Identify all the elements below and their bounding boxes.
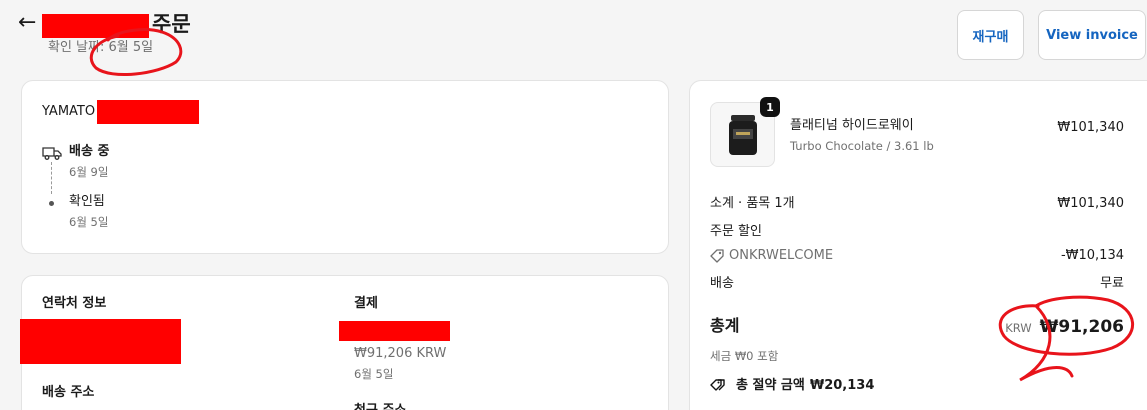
order-discount-label: 주문 할인: [710, 224, 762, 239]
payment-amount: ₩91,206 KRW: [354, 346, 447, 361]
total-currency: KRW: [1005, 321, 1032, 335]
total-amount: KRW ₩91,206: [1005, 316, 1124, 338]
total-savings: 총 절약 금액 ₩20,134: [736, 377, 874, 395]
confirmed-date: 확인 날짜: 6월 5일: [48, 40, 154, 55]
subtotal-value: ₩101,340: [1057, 196, 1124, 211]
savings-tag-icon: [710, 379, 725, 391]
tax-note: 세금 ₩0 포함: [710, 349, 779, 363]
delivery-truck-icon: [42, 147, 62, 160]
carrier-name: YAMATO: [42, 104, 96, 119]
timeline-connector: [51, 162, 52, 194]
quantity-badge: 1: [760, 97, 780, 117]
protein-tub-icon: [728, 114, 757, 155]
payment-date: 6월 5일: [354, 367, 394, 381]
total-label: 총계: [710, 316, 740, 335]
payment-heading: 결제: [354, 296, 378, 311]
savings-value: ₩20,134: [809, 378, 875, 393]
page-title: 주문: [152, 12, 191, 36]
billing-address-heading: 청구 주소: [354, 402, 406, 410]
step-title-shipping: 배송 중: [69, 144, 110, 159]
redacted-payment-method: [339, 321, 450, 341]
redacted-order-number: [42, 14, 149, 38]
reorder-button[interactable]: 재구매: [957, 10, 1024, 60]
total-value: ₩91,206: [1039, 317, 1124, 337]
discount-value: -₩10,134: [1060, 248, 1124, 263]
shipping-value: 무료: [1100, 276, 1124, 291]
discount-code: ONKRWELCOME: [729, 248, 834, 263]
contact-info-heading: 연락처 정보: [42, 296, 107, 311]
subtotal-label: 소계 · 품목 1개: [710, 196, 795, 211]
shipping-address-heading: 배송 주소: [42, 385, 95, 400]
tag-icon: [710, 249, 724, 263]
redacted-tracking-number: [97, 100, 199, 124]
product-name: 플래티넘 하이드로웨이: [790, 118, 914, 133]
view-invoice-button[interactable]: View invoice: [1038, 10, 1146, 60]
step-title-confirmed: 확인됨: [69, 194, 105, 209]
dot-icon: [49, 201, 54, 206]
back-arrow-icon[interactable]: ←: [18, 10, 36, 36]
step-date-confirmed: 6월 5일: [69, 215, 109, 229]
product-price: ₩101,340: [1057, 120, 1124, 135]
shipping-label: 배송: [710, 276, 734, 291]
product-variant: Turbo Chocolate / 3.61 lb: [790, 139, 934, 153]
step-date-shipping: 6월 9일: [69, 165, 109, 179]
redacted-contact-info: [20, 319, 181, 364]
savings-label: 총 절약 금액: [736, 378, 805, 393]
